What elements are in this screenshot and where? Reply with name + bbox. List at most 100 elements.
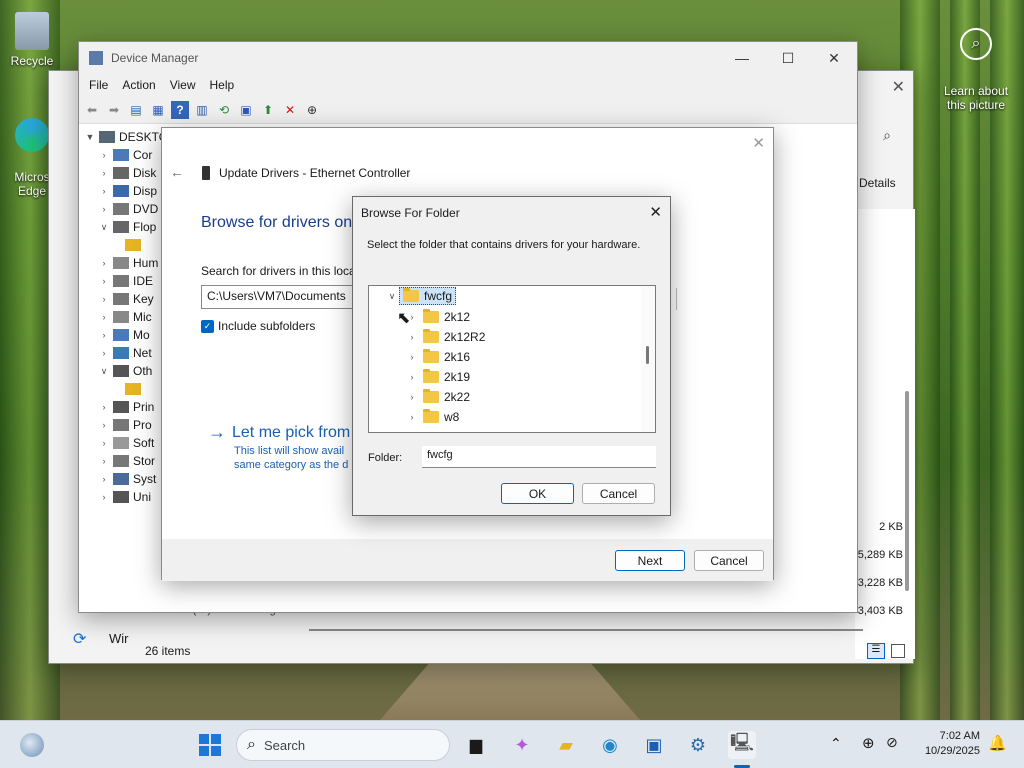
device-icon — [113, 275, 129, 287]
chevron-right-icon[interactable]: › — [97, 420, 111, 430]
folder-item[interactable]: › 2k12R2 — [405, 327, 485, 347]
sync-icon: ⟳ — [73, 631, 87, 648]
weather-icon[interactable] — [20, 733, 44, 757]
back-arrow-icon[interactable]: ⬅ — [83, 101, 101, 119]
horizontal-scrollbar[interactable] — [309, 629, 863, 631]
let-me-pick-link[interactable]: → Let me pick from — [208, 422, 350, 443]
dialog-title: Update Drivers - Ethernet Controller — [219, 166, 411, 180]
chevron-right-icon[interactable]: › — [97, 330, 111, 340]
nav-item-label[interactable]: Wir — [109, 631, 129, 646]
folder-item[interactable]: › 2k16 — [405, 347, 485, 367]
search-icon[interactable]: ⌕ — [883, 127, 891, 144]
scrollbar[interactable] — [905, 391, 909, 591]
uninstall-icon[interactable]: ✕ — [281, 101, 299, 119]
device-icon — [113, 167, 129, 179]
tree-root[interactable]: ▼ DESKTO — [83, 128, 173, 146]
clock-time: 7:02 AM — [939, 730, 980, 742]
network-icon[interactable]: ⊘ — [886, 734, 898, 751]
minimize-button[interactable]: — — [719, 42, 765, 74]
chevron-right-icon[interactable]: › — [97, 312, 111, 322]
device-manager-taskbar-icon[interactable]: 🖳 — [728, 731, 756, 759]
back-arrow-icon[interactable]: ← — [170, 164, 184, 180]
next-button[interactable]: Next — [615, 550, 685, 571]
ok-button[interactable]: OK — [501, 483, 574, 504]
cancel-button[interactable]: Cancel — [582, 483, 655, 504]
add-driver-icon[interactable]: ⬆ — [259, 101, 277, 119]
chevron-right-icon[interactable]: › — [405, 352, 419, 362]
menu-file[interactable]: File — [89, 78, 108, 92]
notification-bell-icon[interactable]: 🔔 — [988, 734, 1007, 752]
details-view-icon[interactable]: ☰ — [867, 643, 885, 659]
close-button[interactable]: ✕ — [811, 42, 857, 74]
close-icon[interactable]: ✕ — [892, 77, 905, 97]
help-icon[interactable]: ? — [171, 100, 189, 119]
browse-for-folder-dialog[interactable]: Browse For Folder ✕ Select the folder th… — [352, 196, 671, 516]
store-icon[interactable]: ▣ — [640, 731, 668, 759]
close-icon[interactable]: ✕ — [752, 134, 765, 152]
taskbar-search[interactable]: ⌕ Search — [236, 729, 450, 761]
scrollbar-track[interactable] — [641, 286, 655, 432]
chevron-right-icon[interactable]: › — [97, 294, 111, 304]
chevron-right-icon[interactable]: › — [97, 348, 111, 358]
arrow-right-icon: → — [208, 422, 226, 442]
menu-help[interactable]: Help — [210, 78, 235, 92]
chevron-down-icon[interactable]: ∨ — [97, 222, 111, 233]
path-input[interactable]: C:\Users\VM7\Documents — [201, 285, 361, 309]
start-icon[interactable] — [196, 731, 224, 759]
close-icon[interactable]: ✕ — [649, 203, 662, 221]
menu-view[interactable]: View — [170, 78, 196, 92]
chevron-right-icon[interactable]: › — [97, 402, 111, 412]
chevron-right-icon[interactable]: › — [97, 186, 111, 196]
chevron-down-icon[interactable]: ∨ — [385, 291, 399, 302]
clock[interactable]: 7:02 AM 10/29/2025 — [918, 729, 980, 759]
folder-item[interactable]: › 2k12 — [405, 307, 485, 327]
maximize-button[interactable]: ☐ — [765, 42, 811, 74]
settings-gear-icon[interactable]: ⚙ — [684, 731, 712, 759]
folder-item[interactable]: › 2k22 — [405, 387, 485, 407]
chevron-right-icon[interactable]: › — [405, 392, 419, 402]
description-line: same category as the d — [234, 459, 349, 471]
folder-item[interactable]: › w8 — [405, 407, 485, 427]
chevron-right-icon[interactable]: › — [405, 332, 419, 342]
folder-tree[interactable]: ∨ fwcfg › 2k12 › 2k12R2 › 2k16 › 2k19 › 2k22 › w8 ⬉ — [368, 285, 656, 433]
chevron-down-icon[interactable]: ∨ — [97, 366, 111, 377]
download-icon[interactable]: ⊕ — [303, 101, 321, 119]
selected-folder[interactable]: fwcfg — [399, 287, 457, 305]
chevron-right-icon[interactable]: › — [97, 276, 111, 286]
chevron-right-icon[interactable]: › — [97, 258, 111, 268]
title-bar[interactable]: Device Manager — ☐ ✕ — [79, 42, 857, 74]
menu-action[interactable]: Action — [122, 78, 155, 92]
desktop-icon-recycle-bin[interactable]: Recycle — [4, 12, 60, 68]
folder-item[interactable]: › 2k19 — [405, 367, 485, 387]
grid-icon[interactable]: ▥ — [193, 101, 211, 119]
chevron-up-icon[interactable]: ⌃ — [830, 735, 842, 752]
chevron-right-icon[interactable]: › — [405, 412, 419, 422]
tree-root-folder[interactable]: ∨ fwcfg — [385, 287, 457, 305]
copilot-icon[interactable]: ✦ — [508, 731, 536, 759]
chevron-right-icon[interactable]: › — [97, 168, 111, 178]
file-explorer-icon[interactable]: ▰ — [552, 731, 580, 759]
cancel-button[interactable]: Cancel — [694, 550, 764, 571]
language-icon[interactable]: ⊕ — [862, 734, 875, 752]
scan-hardware-icon[interactable]: ▣ — [237, 101, 255, 119]
learn-about-picture[interactable]: ⌕ Learn about this picture — [938, 14, 1014, 112]
scrollbar-thumb[interactable] — [646, 346, 649, 364]
chevron-right-icon[interactable]: › — [97, 438, 111, 448]
chevron-right-icon[interactable]: › — [97, 474, 111, 484]
chevron-right-icon[interactable]: › — [97, 492, 111, 502]
details-button[interactable]: Details — [859, 176, 896, 190]
list-icon[interactable]: ▦ — [149, 101, 167, 119]
chevron-right-icon[interactable]: › — [405, 372, 419, 382]
folder-label: 2k12 — [444, 310, 471, 324]
chevron-right-icon[interactable]: › — [97, 150, 111, 160]
chevron-right-icon[interactable]: › — [97, 204, 111, 214]
update-driver-icon[interactable]: ⟲ — [215, 101, 233, 119]
edge-icon[interactable]: ◉ — [596, 731, 624, 759]
task-view-icon[interactable]: ▆ — [462, 731, 490, 759]
tiles-view-icon[interactable] — [891, 644, 905, 658]
folder-input[interactable]: fwcfg — [422, 446, 656, 468]
chevron-right-icon[interactable]: › — [97, 456, 111, 466]
include-subfolders-checkbox[interactable]: ✓ Include subfolders — [201, 319, 315, 333]
forward-arrow-icon[interactable]: ➡ — [105, 101, 123, 119]
properties-icon[interactable]: ▤ — [127, 101, 145, 119]
